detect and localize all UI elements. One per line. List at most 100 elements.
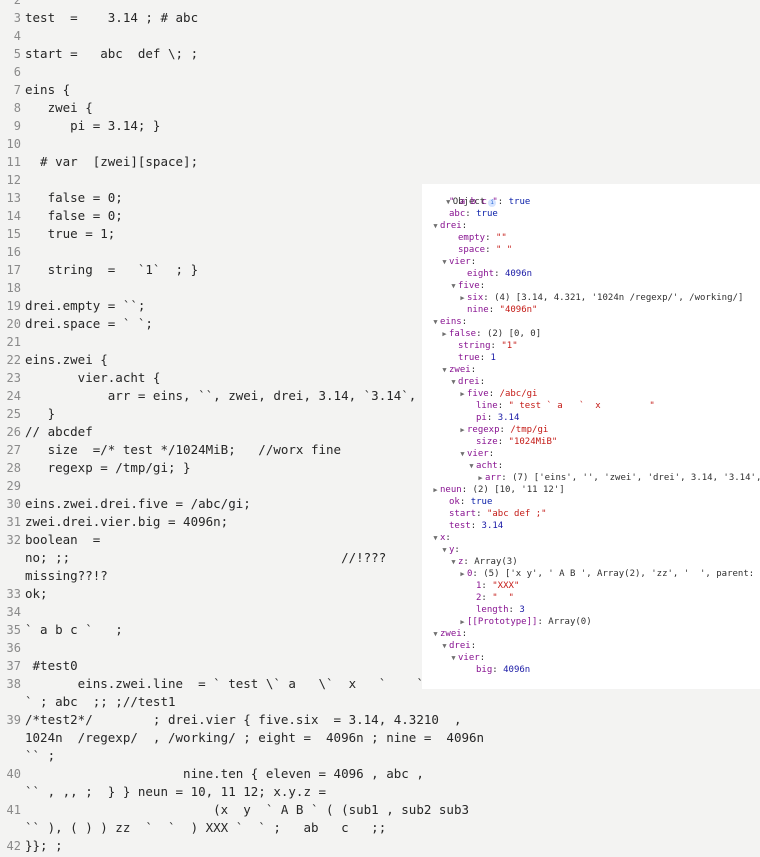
code-line[interactable]: 2 xyxy=(0,0,760,9)
expand-arrow-icon[interactable]: ▶ xyxy=(431,484,440,496)
collapse-arrow-icon[interactable]: ▼ xyxy=(431,316,440,328)
expand-arrow-icon[interactable]: ▶ xyxy=(458,568,467,580)
expand-arrow-icon[interactable]: ▶ xyxy=(440,328,449,340)
console-property-row[interactable]: ▼ five: xyxy=(422,280,760,292)
code-line[interactable]: 40 nine.ten { eleven = 4096 , abc , `` ,… xyxy=(0,765,760,801)
console-property-row[interactable]: ▶ neun: (2) [10, '11 12'] xyxy=(422,484,760,496)
code-text[interactable]: #test0 xyxy=(25,657,78,675)
code-text[interactable]: eins.zwei.drei.five = /abc/gi; xyxy=(25,495,251,513)
console-property-row[interactable]: ▶ [[Prototype]]: Array(0) xyxy=(422,616,760,628)
code-text[interactable]: (x y ` A B ` ( (sub1 , sub2 sub3 `` ), (… xyxy=(25,801,469,837)
console-property-row[interactable]: ▼ drei: xyxy=(422,220,760,232)
code-text[interactable]: ok; xyxy=(25,585,48,603)
expand-arrow-icon[interactable]: ▶ xyxy=(458,616,467,628)
code-line[interactable]: 8 zwei { xyxy=(0,99,760,117)
code-text[interactable]: pi = 3.14; } xyxy=(25,117,160,135)
collapse-arrow-icon[interactable]: ▼ xyxy=(449,652,458,664)
collapse-arrow-icon[interactable]: ▼ xyxy=(431,628,440,640)
code-text[interactable]: size =/* test */1024MiB; //worx fine xyxy=(25,441,342,459)
console-property-row[interactable]: ▼ x: xyxy=(422,532,760,544)
console-property-row[interactable]: ▼ z: Array(3) xyxy=(422,556,760,568)
code-line[interactable]: 6 xyxy=(0,63,760,81)
separator: : xyxy=(499,425,511,435)
property-value: /tmp/gi xyxy=(510,425,549,435)
property-key: vier xyxy=(467,449,489,459)
code-line[interactable]: 5 start = abc def \; ; xyxy=(0,45,760,63)
code-text[interactable]: arr = eins, ``, zwei, drei, 3.14, `3.14`… xyxy=(25,387,439,405)
console-property-row[interactable]: ▼ zwei: xyxy=(422,364,760,376)
console-property-row[interactable]: ▼ vier: xyxy=(422,448,760,460)
code-line[interactable]: 11 # var [zwei][space]; xyxy=(0,153,760,171)
code-line[interactable]: 39 /*test2*/ ; drei.vier { five.six = 3.1… xyxy=(0,711,760,747)
code-text[interactable]: eins.zwei.line = ` test \` a \` x ` ` ` … xyxy=(25,675,424,711)
collapse-arrow-icon[interactable]: ▼ xyxy=(449,280,458,292)
collapse-arrow-icon[interactable]: ▼ xyxy=(440,364,449,376)
console-property-row[interactable]: ▶ five: /abc/gi xyxy=(422,388,760,400)
console-property-row[interactable]: ▼ vier: xyxy=(422,652,760,664)
code-line[interactable]: 10 xyxy=(0,135,760,153)
code-text[interactable]: }}; ; xyxy=(25,837,63,855)
console-property-row[interactable]: ▶ regexp: /tmp/gi xyxy=(422,424,760,436)
code-text[interactable]: false = 0; xyxy=(25,207,123,225)
console-property-row[interactable]: ▼ eins: xyxy=(422,316,760,328)
console-property-row[interactable]: ▼ drei: xyxy=(422,640,760,652)
code-line[interactable]: 42}}; ; xyxy=(0,837,760,855)
code-text[interactable]: regexp = /tmp/gi; } xyxy=(25,459,191,477)
expand-arrow-icon[interactable]: ▶ xyxy=(458,388,467,400)
code-text[interactable]: test = 3.14 ; # abc xyxy=(25,9,198,27)
code-text[interactable]: start = abc def \; ; xyxy=(25,45,198,63)
console-property-row: ok: true xyxy=(422,496,760,508)
collapse-arrow-icon[interactable]: ▼ xyxy=(440,256,449,268)
code-text[interactable]: drei.empty = ``; xyxy=(25,297,145,315)
console-property-row[interactable]: ▶ 0: (5) ['x y', ' A B ', Array(2), 'zz',… xyxy=(422,568,760,580)
code-text[interactable]: # var [zwei][space]; xyxy=(25,153,198,171)
collapse-arrow-icon[interactable]: ▼ xyxy=(467,460,476,472)
console-property-row[interactable]: ▼ acht: xyxy=(422,460,760,472)
code-text[interactable]: ` a b c ` ; xyxy=(25,621,123,639)
collapse-arrow-icon[interactable]: ▼ xyxy=(449,556,458,568)
code-text[interactable]: eins { xyxy=(25,81,70,99)
expand-arrow-icon[interactable]: ▶ xyxy=(458,424,467,436)
code-text[interactable]: zwei.drei.vier.big = 4096n; xyxy=(25,513,228,531)
console-property-row[interactable]: ▶ false: (2) [0, 0] xyxy=(422,328,760,340)
collapse-arrow-icon[interactable]: ▼ xyxy=(431,220,440,232)
code-line[interactable]: 3 test = 3.14 ; # abc xyxy=(0,9,760,27)
console-property-row: big: 4096n xyxy=(422,664,760,676)
code-text[interactable]: zwei { xyxy=(25,99,93,117)
code-text[interactable]: false = 0; xyxy=(25,189,123,207)
collapse-arrow-icon[interactable]: ▼ xyxy=(431,532,440,544)
collapse-arrow-icon[interactable]: ▼ xyxy=(440,640,449,652)
collapse-arrow-icon[interactable]: ▼ xyxy=(440,544,449,556)
console-property-row: size: "1024MiB" xyxy=(422,436,760,448)
console-property-row[interactable]: ▶ six: (4) [3.14, 4.321, '1024n /regexp/'… xyxy=(422,292,760,304)
console-property-row[interactable]: ▼ zwei: xyxy=(422,628,760,640)
console-property-row[interactable]: ▼ drei: xyxy=(422,376,760,388)
console-property-row[interactable]: ▼ vier: xyxy=(422,256,760,268)
code-line[interactable]: 9 pi = 3.14; } xyxy=(0,117,760,135)
code-text[interactable]: `` ; xyxy=(25,747,55,765)
code-text[interactable]: string = `1` ; } xyxy=(25,261,199,279)
code-text[interactable]: } xyxy=(25,405,56,423)
property-value: (7) ['eins', '', 'zwei', 'drei', 3.14, '… xyxy=(512,473,760,483)
expand-arrow-icon[interactable]: ▶ xyxy=(476,472,485,484)
code-line[interactable]: 41 (x y ` A B ` ( (sub1 , sub2 sub3 `` )… xyxy=(0,801,760,837)
code-text[interactable]: vier.acht { xyxy=(25,369,161,387)
collapse-arrow-icon[interactable]: ▼ xyxy=(458,448,467,460)
code-text[interactable]: // abcdef xyxy=(25,423,93,441)
console-property-row[interactable]: ▼ y: xyxy=(422,544,760,556)
code-text[interactable]: /*test2*/ ; drei.vier { five.six = 3.14,… xyxy=(25,711,484,747)
console-header[interactable]: ▼ Object i xyxy=(422,184,760,207)
code-text[interactable]: drei.space = ` `; xyxy=(25,315,153,333)
collapse-arrow-icon[interactable]: ▼ xyxy=(449,376,458,388)
code-line[interactable]: `` ; xyxy=(0,747,760,765)
code-text[interactable]: missing??!? xyxy=(25,567,108,585)
code-text[interactable]: eins.zwei { xyxy=(25,351,108,369)
separator: : xyxy=(497,197,509,207)
expand-arrow-icon[interactable]: ▶ xyxy=(458,292,467,304)
code-line[interactable]: 7 eins { xyxy=(0,81,760,99)
code-text[interactable]: nine.ten { eleven = 4096 , abc , `` , ,,… xyxy=(25,765,424,801)
console-property-row[interactable]: ▶ arr: (7) ['eins', '', 'zwei', 'drei', 3… xyxy=(422,472,760,484)
code-line[interactable]: 4 xyxy=(0,27,760,45)
code-text[interactable]: boolean = no; ;; //!??? xyxy=(25,531,386,567)
code-text[interactable]: true = 1; xyxy=(25,225,116,243)
